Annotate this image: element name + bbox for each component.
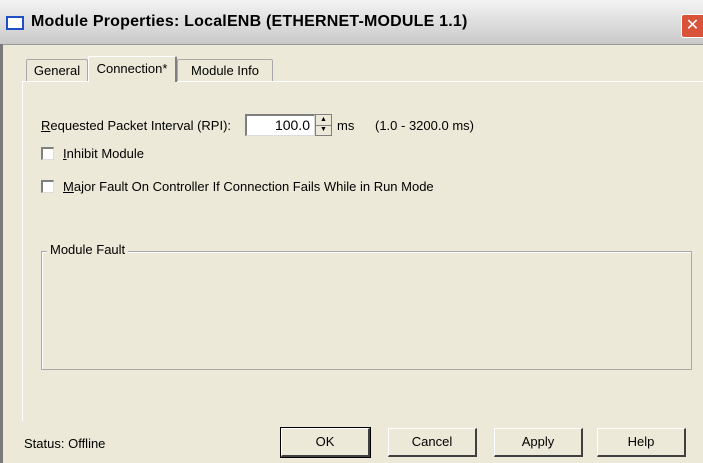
rpi-label-text: equested Packet Interval (RPI):: [50, 118, 232, 133]
module-fault-legend: Module Fault: [47, 242, 129, 257]
apply-button[interactable]: Apply: [494, 428, 583, 457]
tab-connection[interactable]: Connection*: [88, 56, 177, 82]
major-fault-checkbox[interactable]: [41, 180, 54, 193]
status-text: Status: Offline: [24, 436, 106, 451]
rpi-label-mnemonic: R: [41, 118, 51, 133]
major-fault-label[interactable]: Major Fault On Controller If Connection …: [63, 179, 434, 194]
inhibit-module-checkbox[interactable]: [41, 147, 54, 160]
window-icon: [6, 16, 24, 30]
title-bar[interactable]: Module Properties: LocalENB (ETHERNET-MO…: [0, 0, 703, 45]
rpi-spinner[interactable]: ▲ ▼: [315, 114, 332, 136]
spin-down-icon[interactable]: ▼: [316, 125, 331, 135]
module-fault-groupbox: [41, 251, 692, 370]
major-fault-label-text: ajor Fault On Controller If Connection F…: [73, 179, 434, 194]
close-button[interactable]: ✕: [681, 14, 703, 38]
rpi-unit: ms: [337, 118, 355, 133]
rpi-label: Requested Packet Interval (RPI):: [41, 118, 231, 133]
inhibit-module-label[interactable]: Inhibit Module: [63, 146, 144, 161]
tab-general[interactable]: General: [26, 59, 88, 81]
window-frame-left: [0, 44, 3, 463]
rpi-input[interactable]: 100.0: [245, 114, 315, 136]
help-button[interactable]: Help: [597, 428, 686, 457]
window-title: Module Properties: LocalENB (ETHERNET-MO…: [31, 13, 468, 30]
close-icon: ✕: [685, 17, 700, 34]
tab-module-info[interactable]: Module Info: [177, 59, 273, 81]
cancel-button[interactable]: Cancel: [388, 428, 477, 457]
inhibit-label-text: nhibit Module: [66, 146, 144, 161]
rpi-range: (1.0 - 3200.0 ms): [375, 118, 474, 133]
ok-button[interactable]: OK: [280, 427, 371, 458]
major-fault-label-mnemonic: M: [63, 179, 74, 194]
